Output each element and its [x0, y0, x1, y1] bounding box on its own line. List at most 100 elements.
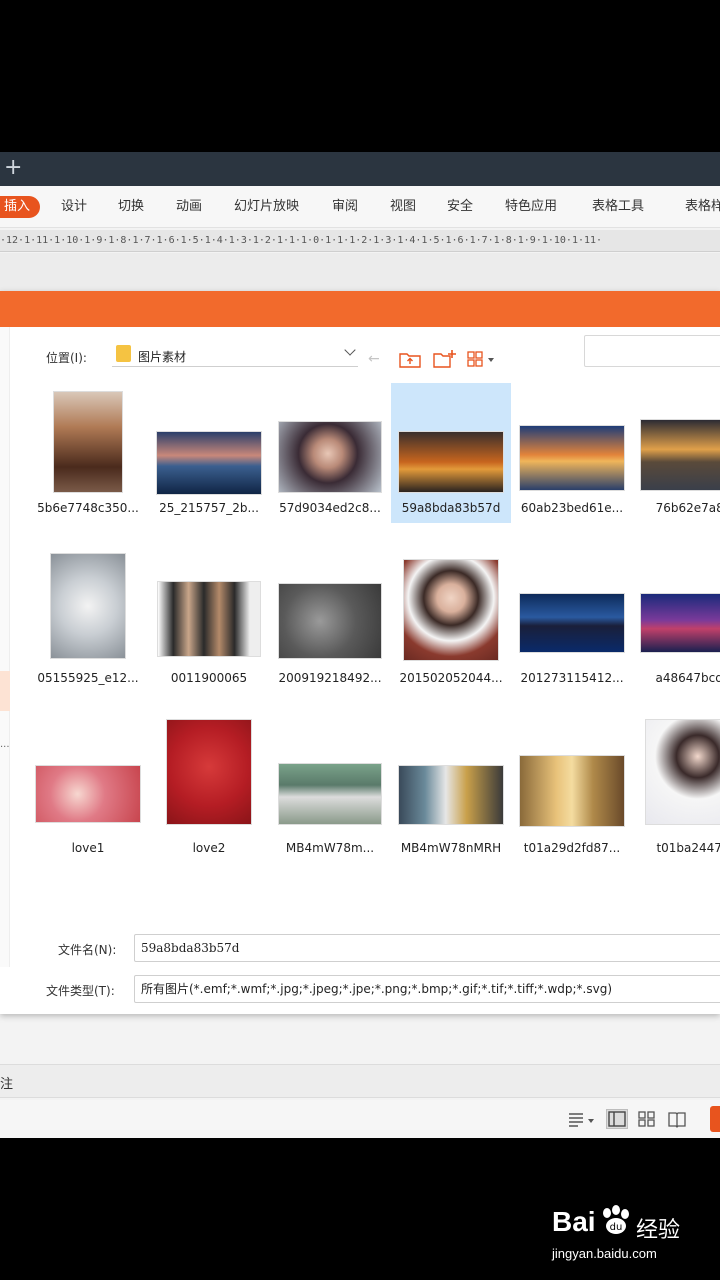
file-thumbnail [519, 593, 625, 653]
file-name: love1 [71, 841, 105, 855]
filename-label: 文件名(N): [58, 943, 117, 957]
file-thumbnail [157, 581, 261, 657]
ribbon-tab-features[interactable]: 特色应用 [505, 196, 557, 218]
paw-icon: du [603, 1205, 629, 1234]
file-item[interactable]: love1 [28, 723, 148, 863]
file-name: 5b6e7748c350... [37, 501, 139, 515]
file-thumbnail [50, 553, 126, 659]
new-folder-icon[interactable] [432, 349, 456, 369]
ribbon-tab-table-style[interactable]: 表格样 [685, 196, 720, 218]
file-thumbnail [645, 719, 720, 825]
file-thumbnail [519, 755, 625, 827]
file-thumbnail [35, 765, 141, 823]
watermark-brand: Bai [552, 1206, 596, 1237]
file-item-selected[interactable]: 59a8bda83b57d [391, 383, 511, 523]
file-item[interactable]: love2 [149, 719, 269, 863]
file-item[interactable]: 57d9034ed2c8... [270, 383, 390, 523]
file-thumbnail [398, 431, 504, 493]
file-name: a48647bcdd [655, 671, 720, 685]
file-name: 201502052044... [399, 671, 503, 685]
filename-input[interactable]: 59a8bda83b57d [134, 934, 720, 962]
ribbon-tab-design[interactable]: 设计 [61, 196, 87, 218]
horizontal-ruler: ·12·1·11·1·10·1·9·1·8·1·7·1·6·1·5·1·4·1·… [0, 230, 720, 252]
file-name: 25_215757_2b... [159, 501, 259, 515]
file-name: 57d9034ed2c8... [279, 501, 381, 515]
file-thumbnail [156, 431, 262, 495]
ribbon-tab-animation[interactable]: 动画 [176, 196, 202, 218]
insert-picture-dialog: ... 位置(I): 图片素材 ← 5b6e7748c350... 25_215… [0, 291, 720, 1014]
file-thumbnail [640, 419, 720, 491]
up-folder-icon[interactable] [398, 349, 422, 369]
document-canvas [0, 253, 720, 291]
file-item[interactable]: 76b62e7a8c [633, 383, 720, 523]
view-mode-icon[interactable] [466, 349, 498, 369]
file-item[interactable]: MB4mW78nMRH [391, 723, 511, 863]
file-name: 60ab23bed61e... [520, 501, 624, 515]
filetype-label: 文件类型(T): [46, 984, 115, 998]
dialog-sidebar [0, 327, 10, 967]
file-name: 201273115412... [520, 671, 624, 685]
file-thumbnail [166, 719, 252, 825]
notes-toggle-icon[interactable] [566, 1109, 598, 1129]
file-item[interactable]: 201502052044... [391, 553, 511, 693]
folder-icon [116, 345, 131, 362]
ribbon-tab-review[interactable]: 审阅 [332, 196, 358, 218]
sidebar-selected-item[interactable] [0, 671, 10, 711]
back-arrow-icon[interactable]: ← [368, 351, 380, 367]
slide-sorter-icon[interactable] [636, 1109, 658, 1129]
file-item[interactable]: MB4mW78m... [270, 723, 390, 863]
ribbon-tab-security[interactable]: 安全 [447, 196, 473, 218]
file-item[interactable]: 0011900065 [149, 553, 269, 693]
file-item[interactable]: 25_215757_2b... [149, 383, 269, 523]
chevron-down-icon [344, 344, 356, 356]
file-name: 05155925_e12... [37, 671, 139, 685]
file-grid: 5b6e7748c350... 25_215757_2b... 57d9034e… [28, 383, 720, 903]
sidebar-more[interactable]: ... [0, 739, 10, 750]
ribbon-tab-bar: 插入 设计 切换 动画 幻灯片放映 审阅 视图 安全 特色应用 表格工具 表格样 [0, 186, 720, 228]
status-bar [0, 1100, 720, 1138]
ribbon-tab-insert[interactable]: 插入 [0, 196, 41, 218]
app-window: + 插入 设计 切换 动画 幻灯片放映 审阅 视图 安全 特色应用 表格工具 表… [0, 152, 720, 1138]
dialog-title-bar[interactable] [0, 291, 720, 327]
notes-label: 注 [0, 1077, 14, 1092]
svg-text:du: du [610, 1222, 623, 1233]
file-name: 59a8bda83b57d [401, 501, 501, 515]
file-item[interactable]: 05155925_e12... [28, 553, 148, 693]
file-name: 200919218492... [278, 671, 382, 685]
file-name: love2 [192, 841, 226, 855]
slideshow-play-button[interactable] [710, 1106, 720, 1132]
file-item[interactable]: t01ba2447b [633, 719, 720, 863]
file-thumbnail [398, 765, 504, 825]
file-name: 0011900065 [170, 671, 248, 685]
normal-view-icon[interactable] [606, 1109, 628, 1129]
ribbon-tab-view[interactable]: 视图 [390, 196, 416, 218]
file-name: t01ba2447b [656, 841, 720, 855]
baidu-jingyan-watermark: Bai du 经验 jingyan.baidu.com [552, 1200, 712, 1270]
document-tab-strip: + [0, 152, 720, 186]
file-item[interactable]: 5b6e7748c350... [28, 383, 148, 523]
location-value: 图片素材 [138, 350, 187, 364]
search-input[interactable] [584, 335, 720, 367]
ribbon-tab-slideshow[interactable]: 幻灯片放映 [234, 196, 299, 218]
new-tab-plus-icon[interactable]: + [4, 155, 22, 181]
file-item[interactable]: 200919218492... [270, 553, 390, 693]
watermark-url: jingyan.baidu.com [552, 1246, 657, 1261]
file-item[interactable]: 60ab23bed61e... [512, 383, 632, 523]
file-item[interactable]: t01a29d2fd87... [512, 723, 632, 863]
file-thumbnail [640, 593, 720, 653]
file-name: 76b62e7a8c [655, 501, 720, 515]
file-item[interactable]: a48647bcdd [633, 553, 720, 693]
watermark-sub: 经验 [636, 1218, 681, 1243]
file-thumbnail [519, 425, 625, 491]
notes-pane[interactable]: 注 [0, 1064, 720, 1098]
file-item[interactable]: 201273115412... [512, 553, 632, 693]
file-name: t01a29d2fd87... [523, 841, 621, 855]
filetype-select[interactable]: 所有图片(*.emf;*.wmf;*.jpg;*.jpeg;*.jpe;*.pn… [134, 975, 720, 1003]
ribbon-tab-table-tools[interactable]: 表格工具 [592, 196, 644, 218]
file-thumbnail [278, 421, 382, 493]
location-dropdown[interactable]: 图片素材 [112, 341, 358, 367]
file-thumbnail [278, 583, 382, 659]
location-label: 位置(I): [46, 351, 87, 365]
reading-view-icon[interactable] [666, 1109, 688, 1129]
ribbon-tab-transition[interactable]: 切换 [118, 196, 144, 218]
